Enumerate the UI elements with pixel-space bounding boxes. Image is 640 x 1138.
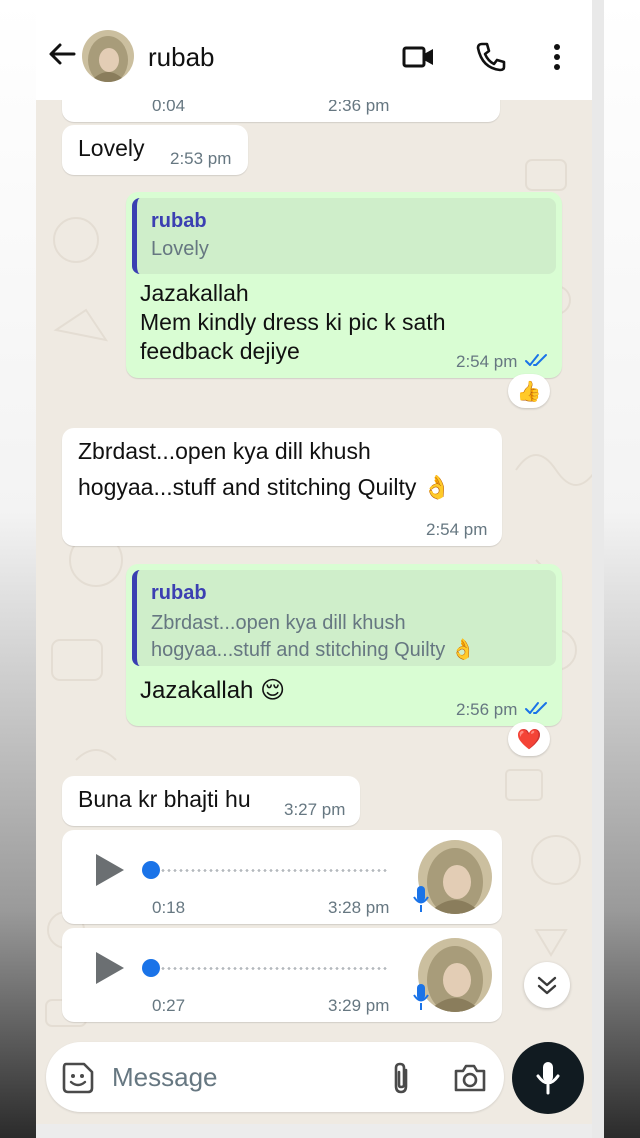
reaction-badge[interactable]: 👍 <box>508 374 550 408</box>
phone-call-icon[interactable] <box>474 40 508 74</box>
playback-handle[interactable] <box>142 959 160 977</box>
message-time: 2:54 pm <box>456 352 518 371</box>
outgoing-reply-message[interactable]: rubab Lovely Jazakallah Mem kindly dress… <box>126 192 562 378</box>
video-call-icon[interactable] <box>402 40 436 74</box>
message-line: hogyaa...stuff and stitching Quilty 👌 <box>78 474 452 500</box>
quoted-message[interactable]: rubab Zbrdast...open kya dill khush hogy… <box>132 570 556 666</box>
sticker-icon[interactable] <box>60 1060 96 1096</box>
record-voice-button[interactable] <box>512 1042 584 1114</box>
chat-header: rubab <box>36 10 592 100</box>
read-ticks-icon <box>525 354 547 366</box>
status-bar <box>36 0 592 10</box>
play-icon[interactable] <box>92 950 128 986</box>
voice-message[interactable]: 0:18 3:28 pm <box>62 830 502 924</box>
message-input[interactable]: Message <box>112 1062 218 1093</box>
message-text: Lovely <box>78 135 145 161</box>
chat-messages[interactable]: 0:04 2:36 pm Lovely 2:53 pm rubab Lovely… <box>36 100 592 1040</box>
mic-icon <box>413 886 429 912</box>
voice-duration: 0:04 <box>152 100 186 115</box>
message-line: Mem kindly dress ki pic k sath <box>140 309 446 335</box>
message-line: Zbrdast...open kya dill khush <box>78 438 371 464</box>
message-time: 2:54 pm <box>426 520 488 539</box>
attach-icon[interactable] <box>386 1060 416 1096</box>
quote-author: rubab <box>151 210 207 232</box>
quote-text: Zbrdast...open kya dill khush <box>151 612 406 634</box>
back-arrow-icon[interactable] <box>46 38 78 70</box>
navigation-bar <box>36 1124 592 1138</box>
screen-edge-left <box>0 0 36 1138</box>
voice-duration: 0:27 <box>152 996 186 1015</box>
quote-text: hogyaa...stuff and stitching Quilty 👌 <box>151 639 476 661</box>
quoted-message[interactable]: rubab Lovely <box>132 198 556 274</box>
message-time: 2:36 pm <box>328 100 390 115</box>
screen-edge-right <box>604 0 640 1138</box>
message-time: 2:53 pm <box>170 149 232 168</box>
incoming-message[interactable]: Buna kr bhajti hu 3:27 pm <box>62 776 360 826</box>
message-line: feedback dejiye <box>140 338 300 364</box>
message-composer[interactable]: Message <box>46 1042 504 1112</box>
read-ticks-icon <box>525 702 547 714</box>
more-options-icon[interactable] <box>540 40 574 74</box>
message-line: Jazakallah 😌 <box>140 677 286 704</box>
message-time: 3:29 pm <box>328 996 390 1015</box>
mic-icon <box>413 984 429 1010</box>
message-line: Jazakallah <box>140 280 249 306</box>
voice-message[interactable]: 0:27 3:29 pm <box>62 928 502 1022</box>
contact-avatar[interactable] <box>82 30 134 82</box>
quote-author: rubab <box>151 582 207 604</box>
incoming-message[interactable]: Lovely 2:53 pm <box>62 125 248 175</box>
quote-text: Lovely <box>151 238 209 260</box>
play-icon[interactable] <box>92 852 128 888</box>
mic-icon <box>536 1062 560 1095</box>
incoming-message[interactable]: Zbrdast...open kya dill khush hogyaa...s… <box>62 428 502 546</box>
message-time: 3:27 pm <box>284 800 346 819</box>
reaction-badge[interactable]: ❤️ <box>508 722 550 756</box>
camera-icon[interactable] <box>452 1061 488 1095</box>
message-time: 2:56 pm <box>456 700 518 719</box>
scroll-to-bottom-button[interactable] <box>524 962 570 1008</box>
outgoing-reply-message[interactable]: rubab Zbrdast...open kya dill khush hogy… <box>126 564 562 726</box>
waveform[interactable] <box>160 967 388 970</box>
message-text: Buna kr bhajti hu <box>78 786 251 812</box>
whatsapp-chat-screen: rubab 0:04 2:36 pm Lovely 2:53 pm rubab … <box>36 0 592 1138</box>
voice-message[interactable]: 0:04 2:36 pm <box>62 100 500 122</box>
chevron-double-down-icon <box>537 976 557 995</box>
voice-duration: 0:18 <box>152 898 186 917</box>
message-time: 3:28 pm <box>328 898 390 917</box>
playback-handle[interactable] <box>142 861 160 879</box>
mic-icon <box>412 100 426 104</box>
waveform[interactable] <box>160 869 388 872</box>
contact-name[interactable]: rubab <box>148 42 215 73</box>
